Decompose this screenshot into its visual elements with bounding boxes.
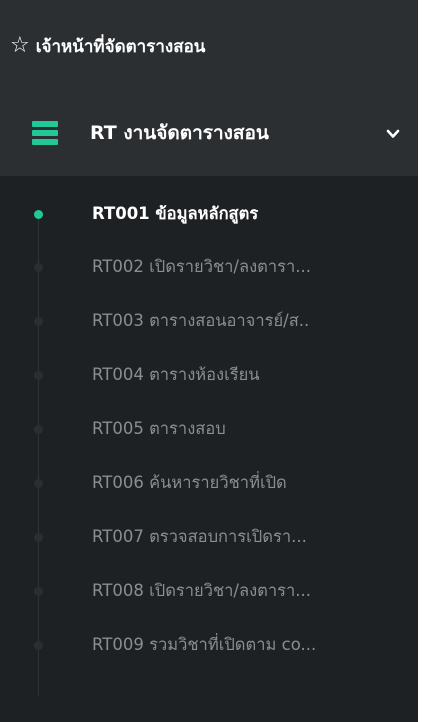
menu-group-label: RT งานจัดตารางสอน: [90, 122, 269, 144]
submenu-item-rt005[interactable]: RT005 ตารางสอบ: [0, 402, 418, 456]
bullet-dot-icon: [34, 371, 43, 380]
bullet-dot-icon: [34, 641, 43, 650]
submenu-item-rt007[interactable]: RT007 ตรวจสอบการเปิดรา...: [0, 510, 418, 564]
bullet-dot-icon: [34, 587, 43, 596]
submenu-item-label: RT007 ตรวจสอบการเปิดรา...: [92, 527, 307, 546]
list-icon: [32, 121, 58, 145]
sidebar-header[interactable]: ☆ เจ้าหน้าที่จัดตารางสอน: [0, 0, 418, 92]
bullet-dot-icon: [34, 263, 43, 272]
submenu-item-rt009[interactable]: RT009 รวมวิชาที่เปิดตาม co...: [0, 618, 418, 672]
submenu-item-rt003[interactable]: RT003 ตารางสอนอาจารย์/ส..: [0, 294, 418, 348]
sidebar-menu: ☆ เจ้าหน้าที่จัดตารางสอน RT งานจัดตารางส…: [0, 0, 418, 722]
submenu-item-label: RT006 ค้นหารายวิชาที่เปิด: [92, 473, 287, 492]
submenu-list: RT001 ข้อมูลหลักสูตร RT002 เปิดรายวิชา/ล…: [0, 176, 418, 722]
bullet-dot-icon: [34, 317, 43, 326]
submenu-item-label: RT005 ตารางสอบ: [92, 419, 226, 438]
chevron-down-icon[interactable]: [385, 126, 401, 142]
submenu-item-label: RT003 ตารางสอนอาจารย์/ส..: [92, 311, 310, 330]
bullet-dot-icon: [34, 479, 43, 488]
submenu-item-rt002[interactable]: RT002 เปิดรายวิชา/ลงตารา...: [0, 240, 418, 294]
sidebar-header-title: เจ้าหน้าที่จัดตารางสอน: [35, 36, 206, 57]
active-dot-icon: [34, 210, 43, 219]
star-outline-icon: ☆: [10, 33, 30, 58]
submenu-item-rt006[interactable]: RT006 ค้นหารายวิชาที่เปิด: [0, 456, 418, 510]
bullet-dot-icon: [34, 533, 43, 542]
bullet-dot-icon: [34, 425, 43, 434]
submenu-item-label: RT002 เปิดรายวิชา/ลงตารา...: [92, 257, 312, 276]
submenu-item-label: RT009 รวมวิชาที่เปิดตาม co...: [92, 635, 317, 654]
menu-group-rt[interactable]: RT งานจัดตารางสอน: [0, 92, 418, 176]
submenu-item-label: RT008 เปิดรายวิชา/ลงตารา...: [92, 581, 312, 600]
submenu-item-rt008[interactable]: RT008 เปิดรายวิชา/ลงตารา...: [0, 564, 418, 618]
page-edge: [418, 0, 435, 722]
submenu-item-rt001[interactable]: RT001 ข้อมูลหลักสูตร: [0, 187, 418, 241]
submenu-item-label: RT001 ข้อมูลหลักสูตร: [92, 204, 259, 223]
submenu-item-label: RT004 ตารางห้องเรียน: [92, 365, 260, 384]
submenu-item-rt004[interactable]: RT004 ตารางห้องเรียน: [0, 348, 418, 402]
